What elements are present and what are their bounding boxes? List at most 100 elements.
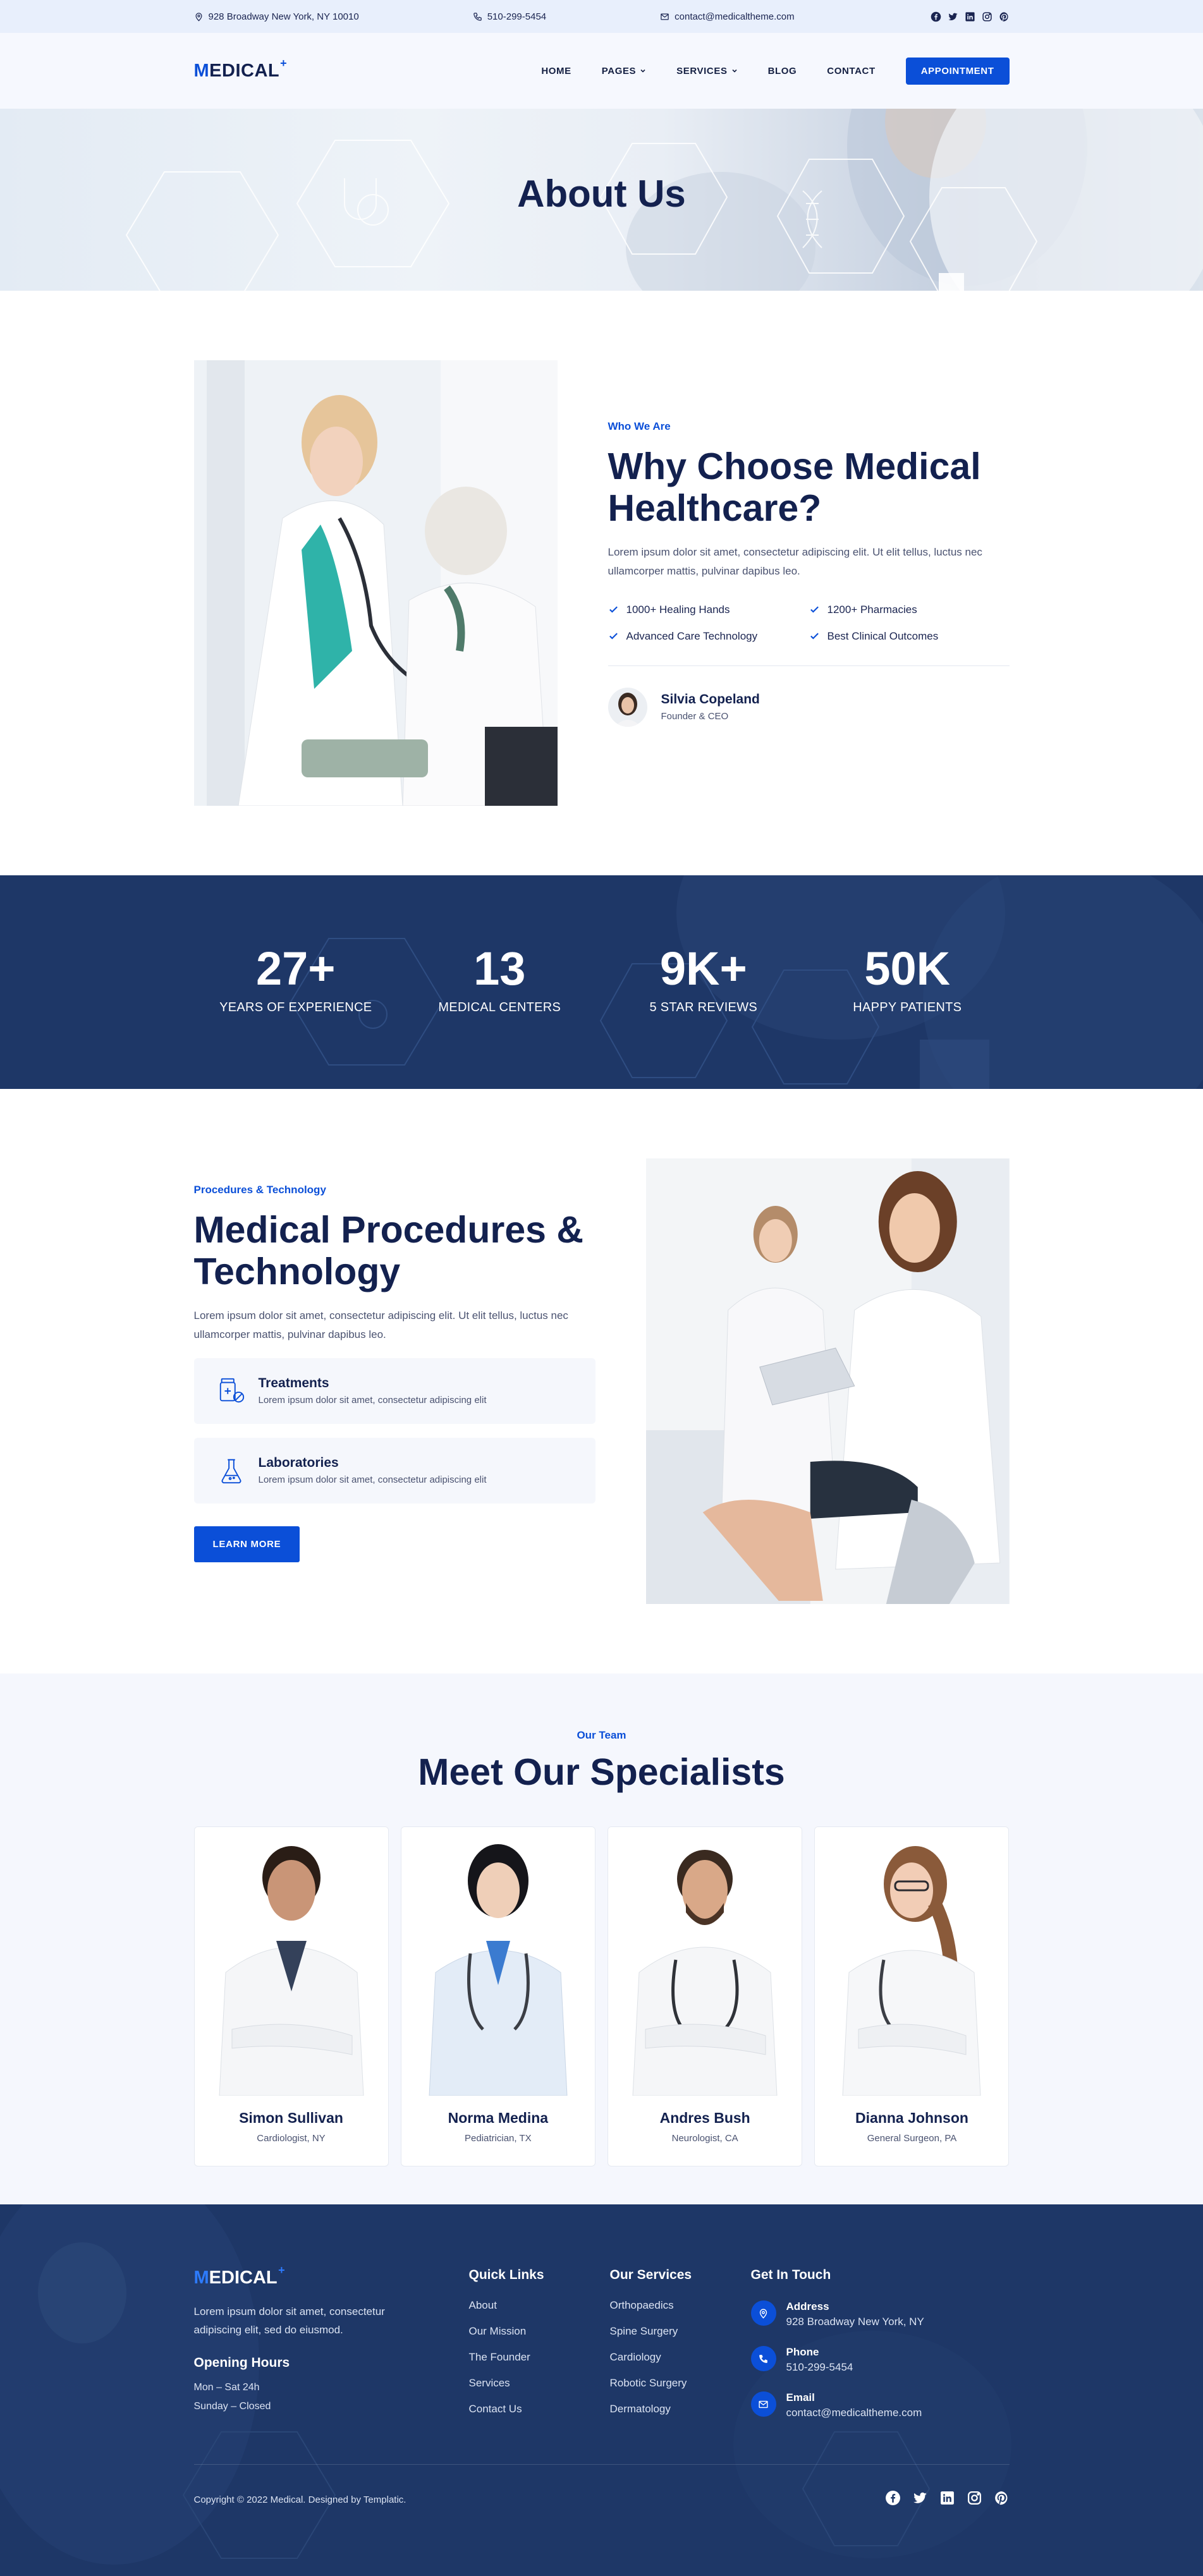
nav-home[interactable]: HOME [541,66,571,76]
phone-icon [759,2354,767,2363]
footer-link-contact[interactable]: Contact Us [469,2403,610,2415]
services-title: Our Services [609,2268,692,2282]
page-title: About Us [517,173,686,215]
check-icon [810,633,819,640]
facebook-icon[interactable] [931,11,941,22]
quick-links-title: Quick Links [468,2268,544,2282]
footer-divider [193,2464,1010,2465]
get-in-touch-title: Get In Touch [750,2268,831,2282]
twitter-icon[interactable] [912,2490,928,2509]
about-content: Who We Are Why Choose Medical Healthcare… [608,360,1010,806]
linkedin-icon[interactable] [965,11,975,22]
footer-quick-links: Quick Links About Our Mission The Founde… [469,2268,610,2429]
member-name: Simon Sullivan [239,2110,343,2126]
footer-service-link[interactable]: Cardiology [610,2351,751,2364]
about-image [193,360,558,806]
chevron-down-icon [640,69,645,73]
stat-label: 5 STAR REVIEWS [649,1000,758,1014]
appointment-button[interactable]: APPOINTMENT [905,57,1010,85]
stat-label: HAPPY PATIENTS [853,1000,962,1014]
member-name: Andres Bush [659,2110,750,2126]
topbar-phone[interactable]: 510-299-5454 [473,11,546,22]
stat-value: 50K [864,942,951,995]
check-icon [609,606,618,613]
member-photo [608,1827,802,2096]
about-text: Lorem ipsum dolor sit amet, consectetur … [608,546,982,577]
map-pin-icon [759,2308,767,2319]
footer-service-link[interactable]: Robotic Surgery [610,2377,751,2390]
team-eyebrow: Our Team [577,1729,626,1741]
contact-address: Address 928 Broadway New York, NY [750,2300,1004,2328]
page-hero: About Us [0,109,1203,291]
footer-link-services[interactable]: Services [469,2377,610,2390]
logo-plus: + [280,56,288,70]
card-title: Treatments [258,1376,329,1391]
pills-icon [219,1378,244,1402]
footer-link-about[interactable]: About [469,2299,610,2312]
stat-item: 27+ YEARS OF EXPERIENCE [194,942,398,1015]
copyright: Copyright © 2022 Medical. Designed by Te… [193,2494,406,2505]
main-nav: HOME PAGES SERVICES BLOG CONTACT [541,66,875,76]
footer-service-link[interactable]: Dermatology [610,2403,751,2415]
nav-blog[interactable]: BLOG [768,66,797,76]
chevron-down-icon [731,69,737,73]
map-pin-icon [195,12,202,21]
nav-pages-label: PAGES [601,65,637,76]
card-desc: Lorem ipsum dolor sit amet, consectetur … [258,1474,487,1486]
avatar [608,687,647,727]
hours-sunday: Sunday – Closed [193,2401,271,2412]
footer-logo[interactable]: MEDICAL + [194,2264,285,2288]
topbar-email-text: contact@medicaltheme.com [675,11,795,22]
pinterest-icon[interactable] [999,11,1010,22]
learn-more-button[interactable]: LEARN MORE [193,1526,300,1562]
team-member-card[interactable]: Norma Medina Pediatrician, TX [400,1826,595,2166]
divider [608,665,1010,666]
topbar-email[interactable]: contact@medicaltheme.com [660,11,795,22]
stat-item: 50K HAPPY PATIENTS [805,942,1010,1015]
linkedin-icon[interactable] [939,2490,955,2509]
nav-services[interactable]: SERVICES [676,66,737,76]
footer-service-link[interactable]: Orthopaedics [610,2299,751,2312]
footer-social [885,2490,1010,2509]
opening-hours: Mon – Sat 24h Sunday – Closed [194,2378,469,2415]
member-name: Dianna Johnson [855,2110,968,2126]
contact-phone[interactable]: Phone 510-299-5454 [750,2346,1004,2374]
nav-pages[interactable]: PAGES [602,66,646,76]
about-features: 1000+ Healing Hands 1200+ Pharmacies Adv… [608,604,1010,643]
logo-text: EDICAL [209,2268,278,2288]
instagram-icon[interactable] [982,11,992,22]
team-member-card[interactable]: Andres Bush Neurologist, CA [608,1826,803,2166]
contact-email[interactable]: Email contact@medicaltheme.com [750,2391,1004,2419]
contact-label: Address [786,2300,829,2312]
stat-value: 27+ [255,942,336,995]
team-title: Meet Our Specialists [418,1751,785,1793]
about-section: Who We Are Why Choose Medical Healthcare… [0,291,1203,875]
procedures-text: Lorem ipsum dolor sit amet, consectetur … [193,1309,568,1340]
feature-item: 1200+ Pharmacies [809,604,1010,616]
footer-service-link[interactable]: Spine Surgery [610,2325,751,2338]
team-member-card[interactable]: Dianna Johnson General Surgeon, PA [814,1826,1010,2166]
feature-item: 1000+ Healing Hands [608,604,809,616]
twitter-icon[interactable] [948,11,958,22]
stat-item: 13 MEDICAL CENTERS [398,942,602,1015]
procedures-title: Medical Procedures & Technology [193,1209,583,1293]
hours-weekdays: Mon – Sat 24h [193,2382,260,2393]
facebook-icon[interactable] [885,2490,901,2509]
contact-value: contact@medicaltheme.com [786,2407,922,2419]
site-footer: MEDICAL + Lorem ipsum dolor sit amet, con… [0,2204,1203,2576]
pinterest-icon[interactable] [994,2490,1010,2509]
logo-text: EDICAL [209,60,280,81]
team-member-card[interactable]: Simon Sullivan Cardiologist, NY [193,1826,389,2166]
stat-value: 13 [473,942,526,995]
stat-item: 9K+ 5 STAR REVIEWS [602,942,806,1015]
nav-contact[interactable]: CONTACT [827,66,875,76]
stat-value: 9K+ [659,942,747,995]
procedure-card[interactable]: Laboratories Lorem ipsum dolor sit amet,… [193,1437,595,1504]
footer-link-founder[interactable]: The Founder [469,2351,610,2364]
contact-label: Email [786,2391,815,2403]
instagram-icon[interactable] [967,2490,982,2509]
check-icon [810,606,819,613]
footer-link-mission[interactable]: Our Mission [469,2325,610,2338]
site-logo[interactable]: MEDICAL + [194,57,287,82]
procedure-card[interactable]: Treatments Lorem ipsum dolor sit amet, c… [193,1358,595,1424]
